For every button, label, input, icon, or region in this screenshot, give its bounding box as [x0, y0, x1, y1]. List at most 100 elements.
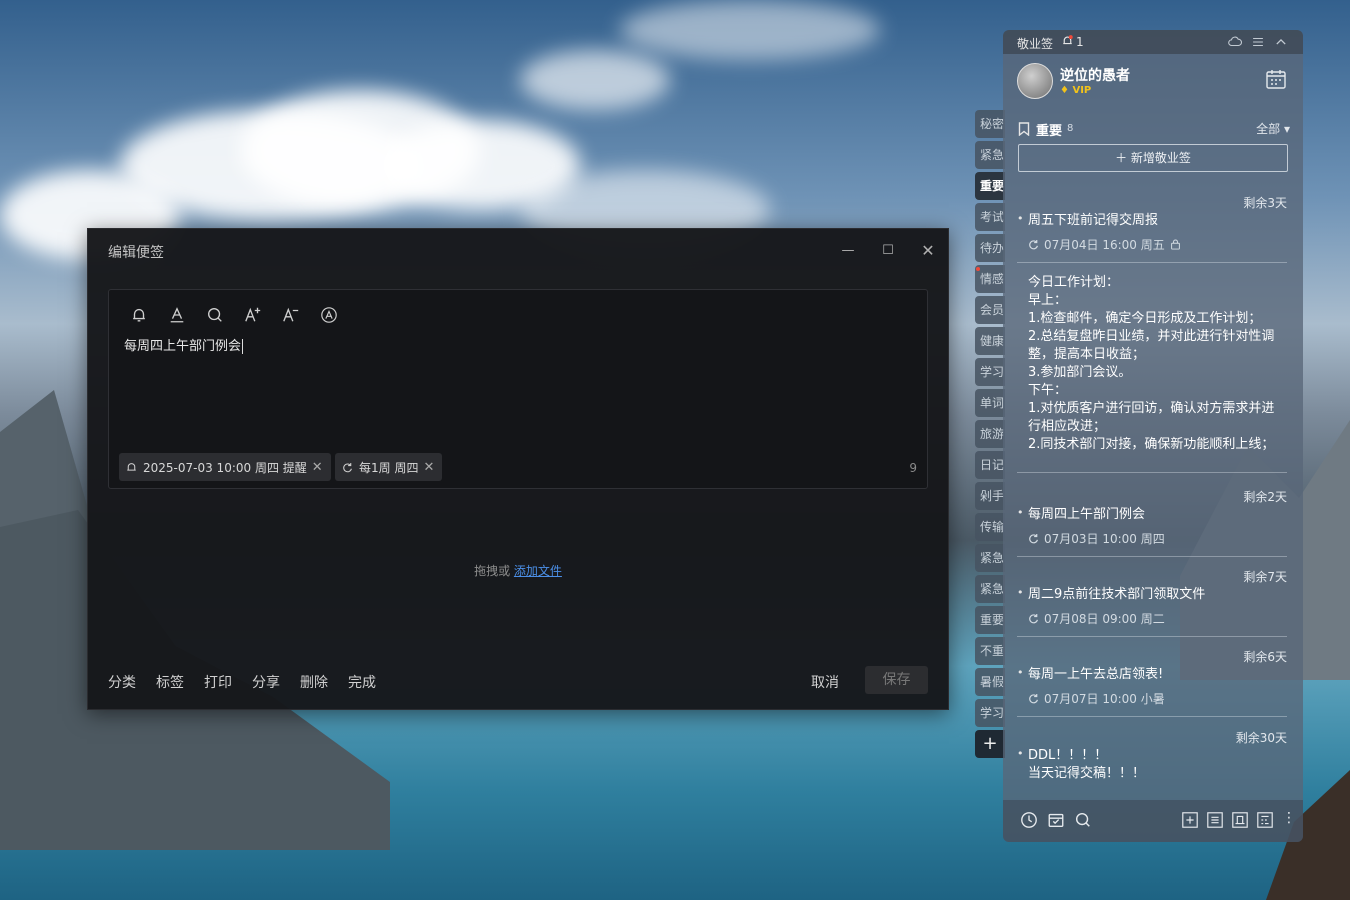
remaining-days: 剩余30天	[1235, 731, 1287, 745]
remove-reminder-icon[interactable]: ✕	[312, 460, 323, 475]
repeat-icon	[343, 462, 352, 472]
more-options-icon[interactable]: ⋮	[1282, 810, 1296, 826]
bottom-actions: 分类 标签 打印 分享 删除 完成	[108, 672, 396, 692]
calendar-icon[interactable]	[1265, 68, 1287, 90]
note-content[interactable]: 每周四上午部门例会	[124, 335, 244, 354]
tab-urgent-2[interactable]: 紧急	[975, 544, 1005, 572]
window-title: 编辑便签	[108, 245, 164, 261]
repeat-icon	[1029, 533, 1038, 544]
notification-bell-icon[interactable]	[1061, 34, 1074, 51]
add-note-icon[interactable]	[1181, 811, 1199, 829]
note-date: 07月07日 10:00 小暑	[1027, 690, 1165, 707]
minimize-button[interactable]: —	[838, 241, 858, 261]
font-decrease-icon[interactable]	[280, 304, 302, 326]
repeat-chip[interactable]: 每1周 周四 ✕	[335, 453, 443, 481]
tab-important[interactable]: 重要	[975, 172, 1005, 200]
tab-important-2[interactable]: 重要	[975, 606, 1005, 634]
note-item[interactable]: 剩余2天 每周四上午部门例会 07月03日 10:00 周四	[1017, 488, 1287, 558]
note-date: 07月04日 16:00 周五	[1027, 236, 1182, 253]
repeat-chip-label: 每1周 周四	[359, 460, 419, 475]
font-color-icon[interactable]	[166, 304, 188, 326]
category-header: 重要 8 全部 ▾	[1018, 120, 1290, 139]
text-style-icon[interactable]	[318, 304, 340, 326]
vip-badge: ♦ VIP	[1060, 85, 1092, 96]
divider	[1017, 716, 1287, 717]
note-date: 07月03日 10:00 周四	[1027, 530, 1165, 547]
tab-urgent-3[interactable]: 紧急	[975, 575, 1005, 603]
category-count: 8	[1067, 123, 1074, 134]
menu-icon[interactable]	[1251, 35, 1265, 49]
save-button[interactable]: 保存	[865, 666, 928, 694]
app-name: 敬业签	[1017, 37, 1054, 51]
note-item[interactable]: 剩余30天 DDL！！！！ 当天记得交稿！！！	[1017, 729, 1287, 799]
tab-unimportant[interactable]: 不重	[975, 637, 1005, 665]
note-item[interactable]: 剩余3天 周五下班前记得交周报 07月04日 16:00 周五	[1017, 194, 1287, 264]
search-icon[interactable]	[1074, 811, 1092, 829]
add-file-link[interactable]: 添加文件	[514, 564, 562, 578]
bell-icon[interactable]	[128, 304, 150, 326]
collapse-icon[interactable]	[1274, 35, 1288, 49]
note-item[interactable]: 剩余7天 周二9点前往技术部门领取文件 07月08日 09:00 周二	[1017, 568, 1287, 638]
avatar[interactable]	[1017, 63, 1053, 99]
tab-study-2[interactable]: 学习	[975, 699, 1005, 727]
repeat-icon	[1029, 613, 1038, 624]
print-button[interactable]: 打印	[204, 672, 232, 692]
tab-health[interactable]: 健康	[975, 327, 1005, 355]
tab-todo[interactable]: 待办	[975, 234, 1005, 262]
tab-diary[interactable]: 日记	[975, 451, 1005, 479]
notes-panel: 敬业签 1 逆位的愚者 ♦ VIP 重要 8 全部 ▾ ＋ 新增敬业签 剩余3天…	[1003, 30, 1303, 842]
note-title: DDL！！！！ 当天记得交稿！！！	[1017, 745, 1278, 783]
note-item[interactable]: 剩余6天 每周一上午去总店领表! 07月07日 10:00 小暑	[1017, 648, 1287, 718]
tab-words[interactable]: 单词	[975, 389, 1005, 417]
close-button[interactable]: ✕	[918, 241, 938, 261]
calendar-check-icon[interactable]	[1047, 811, 1065, 829]
add-category-button[interactable]: +	[975, 730, 1005, 758]
category-button[interactable]: 分类	[108, 672, 136, 692]
delete-button[interactable]: 删除	[300, 672, 328, 692]
note-title: 每周一上午去总店领表!	[1017, 664, 1278, 684]
note-title: 今日工作计划： 早上： 1.检查邮件，确定今日形成及工作计划； 2.总结复盘昨日…	[1028, 274, 1278, 460]
complete-button[interactable]: 完成	[348, 672, 376, 692]
category-tabs: 秘密 紧急 重要 考试 待办 情感 会员 健康 学习 单词 旅游 日记 剁手 传…	[975, 110, 1005, 761]
tab-member[interactable]: 会员	[975, 296, 1005, 324]
clock-icon[interactable]	[1020, 811, 1038, 829]
tab-summer[interactable]: 暑假	[975, 668, 1005, 696]
ledger-icon[interactable]	[1206, 811, 1224, 829]
reminder-chip[interactable]: 2025-07-03 10:00 周四 提醒 ✕	[119, 453, 331, 481]
tab-study[interactable]: 学习	[975, 358, 1005, 386]
tag-button[interactable]: 标签	[156, 672, 184, 692]
cancel-button[interactable]: 取消	[811, 672, 839, 692]
remaining-days: 剩余3天	[1243, 196, 1287, 210]
tab-exam[interactable]: 考试	[975, 203, 1005, 231]
font-increase-icon[interactable]	[242, 304, 264, 326]
tab-emotion[interactable]: 情感	[975, 265, 1005, 293]
share-button[interactable]: 分享	[252, 672, 280, 692]
reminder-chip-label: 2025-07-03 10:00 周四 提醒	[143, 460, 307, 475]
search-icon[interactable]	[204, 304, 226, 326]
calculator-icon[interactable]	[1256, 811, 1274, 829]
tab-shopping[interactable]: 剁手	[975, 482, 1005, 510]
divider	[1017, 636, 1287, 637]
cloud-sync-icon[interactable]	[1228, 35, 1242, 49]
tab-urgent[interactable]: 紧急	[975, 141, 1005, 169]
stamp-icon[interactable]	[1231, 811, 1249, 829]
tab-travel[interactable]: 旅游	[975, 420, 1005, 448]
note-title: 每周四上午部门例会	[1017, 504, 1278, 524]
drop-hint: 拖拽或	[474, 564, 511, 578]
current-category: 重要	[1036, 124, 1063, 139]
bell-icon	[127, 462, 136, 471]
note-title: 周二9点前往技术部门领取文件	[1017, 584, 1278, 604]
new-note-button[interactable]: ＋ 新增敬业签	[1018, 144, 1288, 172]
maximize-button[interactable]: ☐	[878, 241, 898, 261]
remove-repeat-icon[interactable]: ✕	[423, 460, 434, 475]
remaining-days: 剩余2天	[1243, 490, 1287, 504]
lock-icon	[1170, 239, 1180, 250]
tab-secret[interactable]: 秘密	[975, 110, 1005, 138]
remaining-days: 剩余6天	[1243, 650, 1287, 664]
filter-dropdown[interactable]: 全部 ▾	[1256, 120, 1290, 137]
note-item[interactable]: 今日工作计划： 早上： 1.检查邮件，确定今日形成及工作计划； 2.总结复盘昨日…	[1017, 274, 1287, 474]
note-editor[interactable]: 每周四上午部门例会 2025-07-03 10:00 周四 提醒 ✕ 每1周 周…	[108, 289, 928, 489]
file-drop-zone[interactable]: 拖拽或 添加文件	[88, 562, 948, 579]
tab-transfer[interactable]: 传输	[975, 513, 1005, 541]
panel-titlebar: 敬业签 1	[1003, 30, 1303, 54]
